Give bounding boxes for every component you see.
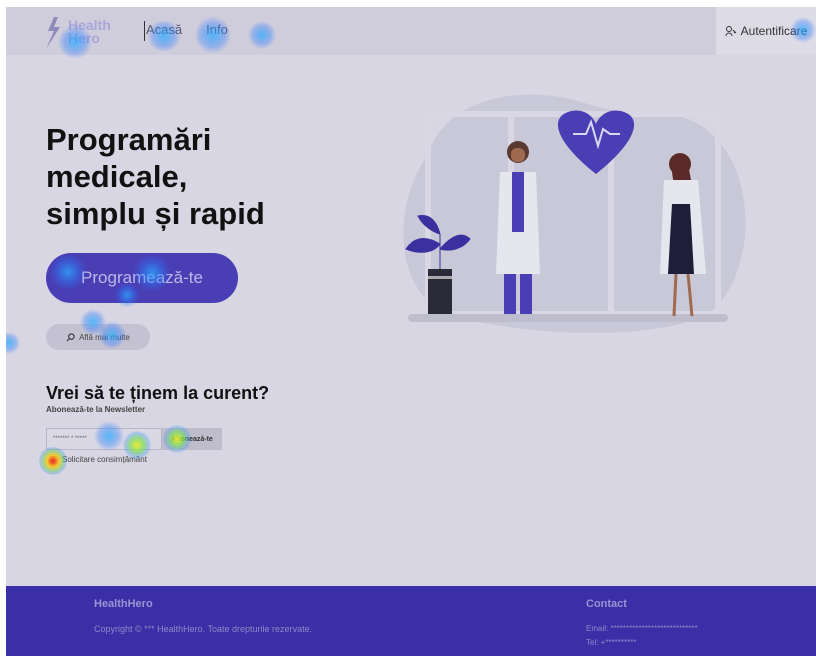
nav-home[interactable]: Acasă <box>146 22 182 37</box>
top-header: Health Hero Acasă Info Autentificare <box>6 7 816 55</box>
floor-shadow <box>408 314 728 322</box>
footer-brand: HealthHero <box>94 598 153 610</box>
newsletter-email-input[interactable]: ******* * ***** <box>46 428 162 450</box>
newsletter-title: Vrei să te ținem la curent? <box>46 383 270 403</box>
logo-line2: Hero <box>68 30 100 46</box>
doctors-illustration <box>403 94 746 333</box>
footer-email: Email: **************************** <box>586 624 698 633</box>
consent-checkbox[interactable] <box>50 455 58 464</box>
newsletter-subtitle: Abonează-te la Newsletter <box>46 405 146 414</box>
learn-more-button[interactable]: Află mai multe <box>46 324 150 350</box>
site-footer: HealthHero Copyright © *** HealthHero. T… <box>6 586 816 656</box>
footer-phone: Tel: +********** <box>586 638 637 647</box>
logo[interactable]: Health Hero <box>40 13 120 53</box>
hero-title-line: simplu și rapid <box>46 196 265 231</box>
hero-title: Programări medicale, simplu și rapid <box>46 121 316 232</box>
page-frame: Health Hero Acasă Info Autentificare Pro… <box>6 7 816 656</box>
consent-label: Solicitare consimțământ <box>62 455 147 464</box>
heatmap-spot <box>6 332 20 354</box>
search-icon <box>66 332 75 341</box>
hero-title-line: Programări <box>46 122 212 157</box>
login-button[interactable]: Autentificare <box>716 7 816 55</box>
text-cursor <box>144 21 145 41</box>
learn-more-label: Află mai multe <box>79 332 130 342</box>
book-appointment-button[interactable]: Programează-te <box>46 253 238 303</box>
hero-title-line: medicale, <box>46 159 188 194</box>
subscribe-button[interactable]: Abonează-te <box>162 428 222 450</box>
nav-info[interactable]: Info <box>206 22 228 37</box>
user-key-icon <box>725 26 736 37</box>
logo-text: Health Hero <box>68 18 111 46</box>
main-nav: Acasă Info <box>146 22 228 37</box>
hero-runner-icon <box>46 17 60 49</box>
login-label: Autentificare <box>740 24 808 38</box>
footer-copyright: Copyright © *** HealthHero. Toate dreptu… <box>94 624 313 634</box>
consent-row: Solicitare consimțământ <box>50 455 147 464</box>
footer-contact-title: Contact <box>586 598 627 610</box>
